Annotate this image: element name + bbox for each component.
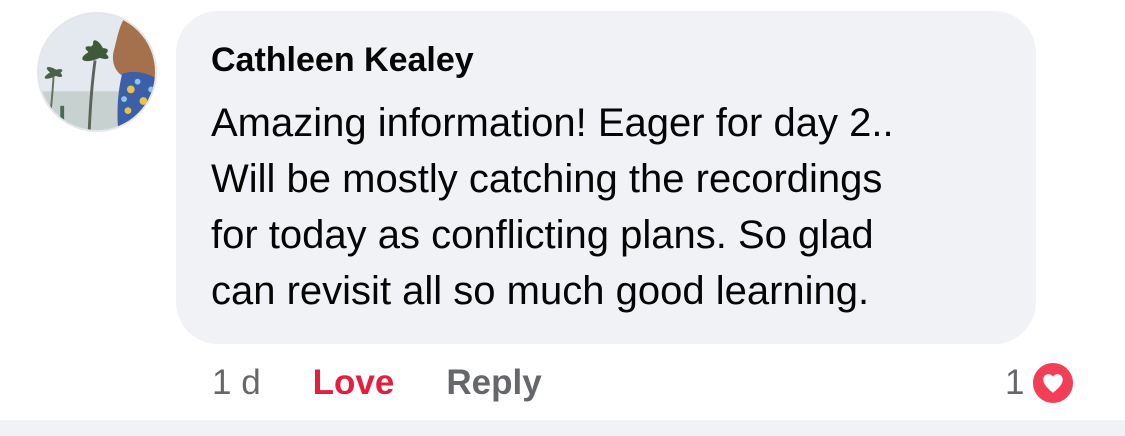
comment-text-line: Amazing information! Eager for day 2.. <box>211 101 894 145</box>
reply-button[interactable]: Reply <box>446 363 541 403</box>
comment-bubble: Cathleen Kealey Amazing information! Eag… <box>176 11 1036 344</box>
avatar-photo <box>39 14 155 130</box>
comment: Cathleen Kealey Amazing information! Eag… <box>0 0 1125 436</box>
comment-text-line: Will be mostly catching the recordings <box>211 157 883 201</box>
comment-text: Amazing information! Eager for day 2.. W… <box>211 95 1021 319</box>
comment-actions: 1 d Love Reply <box>212 358 542 408</box>
reactions-summary[interactable]: 1 <box>1005 358 1077 408</box>
love-button[interactable]: Love <box>313 363 395 403</box>
comment-text-line: for today as conflicting plans. So glad <box>211 213 874 257</box>
timestamp[interactable]: 1 d <box>212 363 261 403</box>
author-name[interactable]: Cathleen Kealey <box>211 40 474 80</box>
divider <box>0 420 1125 436</box>
avatar[interactable] <box>37 12 157 132</box>
comment-text-line: can revisit all so much good learning. <box>211 269 870 313</box>
reaction-count: 1 <box>1005 363 1025 402</box>
love-reaction-icon <box>1030 360 1077 406</box>
